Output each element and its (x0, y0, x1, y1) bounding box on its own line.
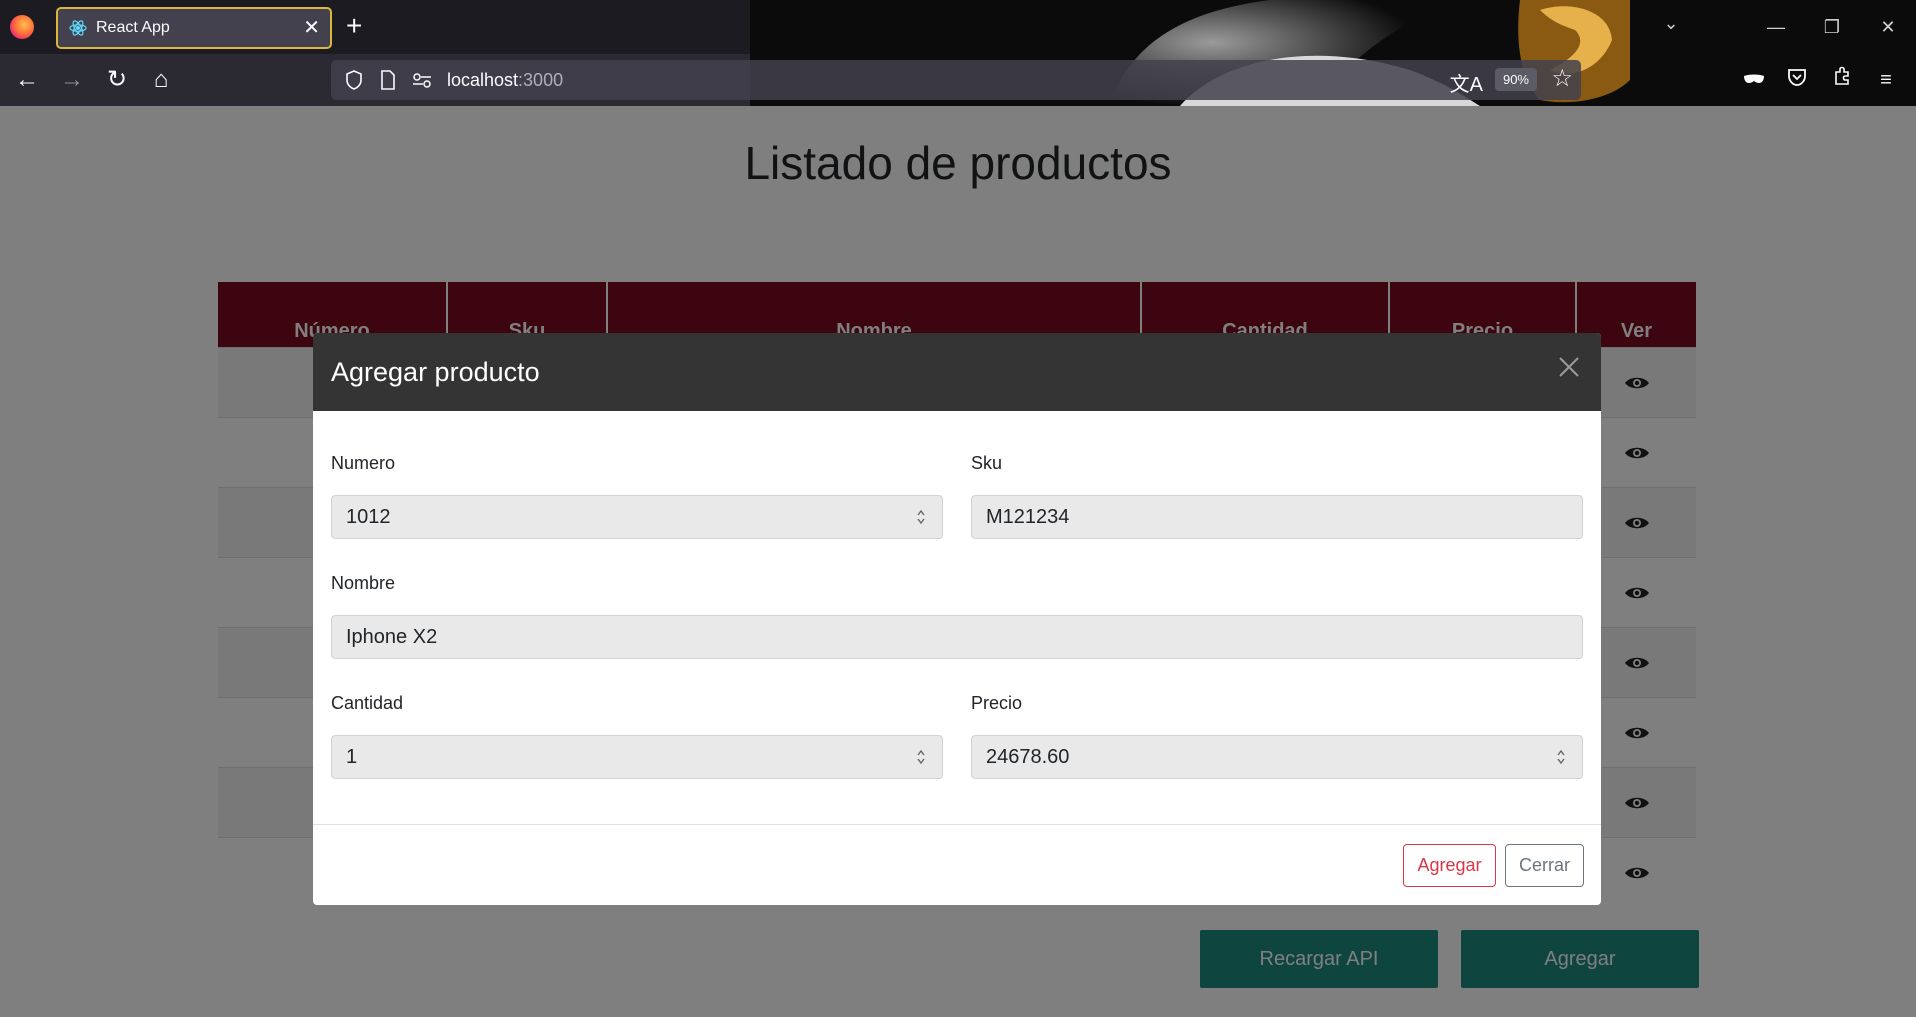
precio-input[interactable]: 24678.60 (971, 735, 1583, 779)
close-window-icon[interactable]: ✕ (1868, 12, 1908, 42)
bookmark-star-icon[interactable]: ☆ (1551, 66, 1573, 92)
modal-header: Agregar producto (313, 333, 1601, 411)
permissions-icon[interactable] (411, 69, 433, 91)
list-all-tabs-icon[interactable]: ⌄ (1651, 8, 1691, 38)
spinner-arrows-icon[interactable] (916, 748, 926, 766)
tab-react-app[interactable]: React App ✕ (56, 7, 332, 49)
translate-icon[interactable]: 文A (1450, 68, 1483, 97)
nombre-label: Nombre (331, 573, 396, 593)
sku-value: M121234 (986, 505, 1070, 528)
spinner-arrows-icon[interactable] (916, 508, 926, 526)
minimize-icon[interactable]: — (1756, 12, 1796, 42)
sku-label: Sku (971, 453, 1003, 473)
browser-chrome: React App ✕ + ← → ↻ ⌂ localhost:3000 文A … (0, 0, 1916, 106)
precio-value: 24678.60 (986, 745, 1070, 768)
numero-value: 1012 (346, 505, 391, 528)
modal-body: Numero 1012 Sku M121234 Nombre Iphone X2… (313, 411, 1601, 824)
tab-close-icon[interactable]: ✕ (303, 18, 320, 38)
spinner-arrows-icon[interactable] (1556, 748, 1566, 766)
cantidad-input[interactable]: 1 (331, 735, 943, 779)
zoom-level-badge[interactable]: 90% (1494, 68, 1537, 91)
add-product-modal: Agregar producto Numero 1012 Sku M121234… (313, 333, 1601, 905)
close-icon[interactable] (1557, 355, 1581, 379)
tab-title: React App (96, 19, 170, 36)
cantidad-label: Cantidad (331, 693, 404, 713)
home-icon[interactable]: ⌂ (147, 66, 175, 94)
pocket-icon[interactable] (1783, 66, 1811, 94)
nombre-value: Iphone X2 (346, 625, 438, 648)
forward-arrow-icon[interactable]: → (58, 66, 86, 94)
sku-input[interactable]: M121234 (971, 495, 1583, 539)
cantidad-value: 1 (346, 745, 358, 768)
extensions-icon[interactable] (1828, 66, 1856, 94)
reload-icon[interactable]: ↻ (103, 66, 131, 94)
url-host: localhost (447, 69, 519, 90)
menu-hamburger-icon[interactable]: ≡ (1872, 66, 1900, 94)
url-text: localhost:3000 (447, 70, 563, 91)
numero-label: Numero (331, 453, 396, 473)
url-bar[interactable]: localhost:3000 文A 90% ☆ (331, 60, 1581, 100)
firefox-logo-icon[interactable] (10, 15, 34, 39)
back-arrow-icon[interactable]: ← (13, 66, 41, 94)
shield-icon[interactable] (343, 69, 365, 91)
modal-title: Agregar producto (331, 356, 540, 387)
page-icon[interactable] (377, 69, 399, 91)
numero-input[interactable]: 1012 (331, 495, 943, 539)
precio-label: Precio (971, 693, 1023, 713)
url-port: :3000 (518, 69, 564, 90)
restore-icon[interactable]: ❐ (1812, 12, 1852, 42)
modal-close-button[interactable]: Cerrar (1505, 844, 1584, 887)
private-mask-icon[interactable] (1740, 66, 1768, 94)
modal-add-button[interactable]: Agregar (1403, 844, 1496, 887)
nombre-input[interactable]: Iphone X2 (331, 615, 1583, 659)
new-tab-icon[interactable]: + (346, 12, 362, 40)
react-favicon-icon (69, 20, 87, 36)
modal-footer: Agregar Cerrar (313, 824, 1601, 905)
